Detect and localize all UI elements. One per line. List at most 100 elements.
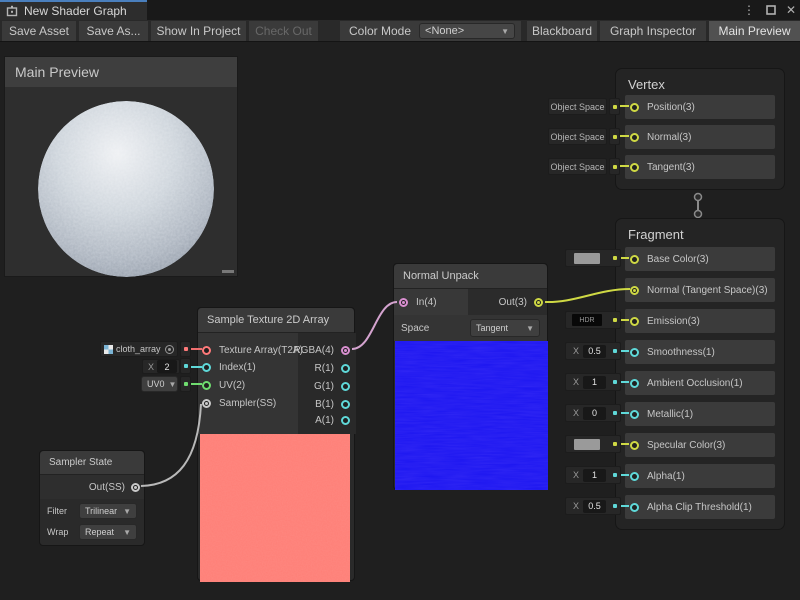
metallic-value-field[interactable]: X 0	[565, 404, 621, 422]
ambient-occlusion-value-field[interactable]: X 1	[565, 373, 621, 391]
alpha-clip-value-field[interactable]: X 0.5	[565, 497, 621, 515]
color-mode-dropdown[interactable]: <None> ▼	[419, 23, 515, 39]
metallic-port-icon[interactable]	[630, 410, 639, 419]
color-mode-label: Color Mode	[349, 24, 411, 38]
smoothness-port-icon[interactable]	[630, 348, 639, 357]
main-preview-header[interactable]: Main Preview	[5, 57, 237, 87]
output-out-ss: Out(SS)	[40, 475, 144, 499]
sample-texture-preview	[200, 434, 350, 582]
node-header[interactable]: Normal Unpack	[394, 264, 547, 289]
slot-label: Ambient Occlusion(1)	[647, 378, 743, 389]
object-picker-icon[interactable]	[165, 345, 174, 354]
space-label: Space	[401, 323, 429, 334]
position-space-binding[interactable]: Object Space	[548, 98, 607, 115]
float-input[interactable]: 1	[583, 376, 606, 389]
sampler-port-icon[interactable]	[202, 399, 211, 408]
chevron-down-icon: ▼	[169, 380, 177, 389]
tab-new-shader-graph[interactable]: New Shader Graph	[0, 0, 147, 20]
a-port-icon[interactable]	[341, 416, 350, 425]
alpha-clip-port-icon[interactable]	[630, 503, 639, 512]
color-swatch[interactable]	[574, 253, 600, 264]
specular-color-port-icon[interactable]	[630, 441, 639, 450]
space-dropdown[interactable]: Tangent ▼	[470, 319, 540, 337]
graph-inspector-toggle-button[interactable]: Graph Inspector	[600, 21, 706, 41]
tangent-port-icon[interactable]	[630, 163, 639, 172]
base-color-port-icon[interactable]	[630, 255, 639, 264]
fragment-node[interactable]: Fragment Base Color(3) Normal (Tangent S…	[615, 218, 785, 530]
close-icon[interactable]: ✕	[783, 0, 799, 20]
smoothness-value-field[interactable]: X 0.5	[565, 342, 621, 360]
index-value-field[interactable]: X 2	[142, 359, 180, 374]
normal-unpack-node[interactable]: Normal Unpack In(4) Out(3) Space Tangent…	[393, 263, 548, 490]
node-header[interactable]: Sample Texture 2D Array	[198, 308, 354, 333]
node-title: Sampler State	[49, 457, 112, 468]
texture-array-icon	[104, 345, 113, 354]
node-header[interactable]: Sampler State	[40, 451, 144, 475]
x-label: X	[573, 346, 579, 356]
float-input[interactable]: 1	[583, 469, 606, 482]
position-port-icon[interactable]	[630, 103, 639, 112]
graph-canvas[interactable]: Main Preview Vertex Position(3) N	[0, 42, 800, 600]
hdr-color-field[interactable]: HDR	[572, 314, 602, 326]
normal-tangent-port-icon[interactable]	[630, 286, 639, 295]
main-preview-toggle-button[interactable]: Main Preview	[709, 21, 800, 41]
port-label: G(1)	[314, 381, 334, 392]
chevron-down-icon: ▼	[123, 528, 131, 537]
maximize-icon[interactable]	[763, 0, 779, 20]
sampler-state-node[interactable]: Sampler State Out(SS) Filter Trilinear ▼…	[39, 450, 145, 546]
port-label: B(1)	[315, 399, 334, 410]
texture-array-object-field[interactable]: cloth_array	[100, 341, 178, 357]
in-port-icon[interactable]	[399, 298, 408, 307]
emission-port-icon[interactable]	[630, 317, 639, 326]
ambient-occlusion-port-icon[interactable]	[630, 379, 639, 388]
float-input[interactable]: 0	[583, 407, 606, 420]
texture-array-port-icon[interactable]	[202, 346, 211, 355]
texture-array-value: cloth_array	[116, 344, 161, 354]
emission-hdr-swatch[interactable]: HDR	[565, 311, 621, 329]
out-ss-port-icon[interactable]	[131, 483, 140, 492]
out-port-icon[interactable]	[534, 298, 543, 307]
slot-label: Alpha Clip Threshold(1)	[647, 502, 752, 513]
base-color-swatch[interactable]	[565, 249, 621, 267]
filter-dropdown[interactable]: Trilinear ▼	[79, 503, 137, 519]
normal-space-binding[interactable]: Object Space	[548, 128, 607, 145]
rgba-port-icon[interactable]	[341, 346, 350, 355]
color-swatch[interactable]	[574, 439, 600, 450]
port-label: Sampler(SS)	[219, 398, 276, 409]
window-menu-icon[interactable]: ⋮	[741, 0, 757, 20]
float-input[interactable]: 0.5	[583, 345, 606, 358]
uv-channel-dropdown[interactable]: UV0 ▼	[141, 376, 178, 392]
uv-port-icon[interactable]	[202, 381, 211, 390]
show-in-project-button[interactable]: Show In Project	[151, 21, 246, 41]
alpha-port-icon[interactable]	[630, 472, 639, 481]
save-as-button[interactable]: Save As...	[79, 21, 148, 41]
main-preview-panel[interactable]: Main Preview	[4, 56, 238, 277]
slot-label: Tangent(3)	[647, 162, 695, 173]
wrap-dropdown[interactable]: Repeat ▼	[79, 524, 137, 540]
g-port-icon[interactable]	[341, 382, 350, 391]
normal-port-icon[interactable]	[630, 133, 639, 142]
tangent-space-binding[interactable]: Object Space	[548, 158, 607, 175]
vertex-node[interactable]: Vertex Position(3) Normal(3) Tangent(3)	[615, 68, 785, 190]
slot-label: Normal (Tangent Space)(3)	[647, 285, 768, 296]
filter-value: Trilinear	[85, 506, 117, 516]
index-port-icon[interactable]	[202, 363, 211, 372]
b-port-icon[interactable]	[341, 400, 350, 409]
fragment-slot-base-color: Base Color(3)	[625, 247, 775, 271]
blackboard-toggle-button[interactable]: Blackboard	[527, 21, 597, 41]
port-label: RGBA(4)	[293, 345, 334, 356]
title-bar: New Shader Graph ⋮ ✕	[0, 0, 800, 20]
specular-color-swatch[interactable]	[565, 435, 621, 453]
vertex-slot-position: Position(3)	[625, 95, 775, 119]
tab-title: New Shader Graph	[24, 4, 127, 18]
output-b: B(1)	[315, 396, 350, 412]
save-asset-button[interactable]: Save Asset	[2, 21, 76, 41]
r-port-icon[interactable]	[341, 364, 350, 373]
panel-resize-handle[interactable]	[222, 270, 234, 273]
port-label: In(4)	[416, 297, 437, 308]
vertex-slot-normal: Normal(3)	[625, 125, 775, 149]
float-input[interactable]: 2	[157, 360, 177, 373]
sample-texture-2d-array-node[interactable]: Sample Texture 2D Array Texture Array(T2…	[197, 307, 355, 581]
alpha-value-field[interactable]: X 1	[565, 466, 621, 484]
float-input[interactable]: 0.5	[583, 500, 606, 513]
